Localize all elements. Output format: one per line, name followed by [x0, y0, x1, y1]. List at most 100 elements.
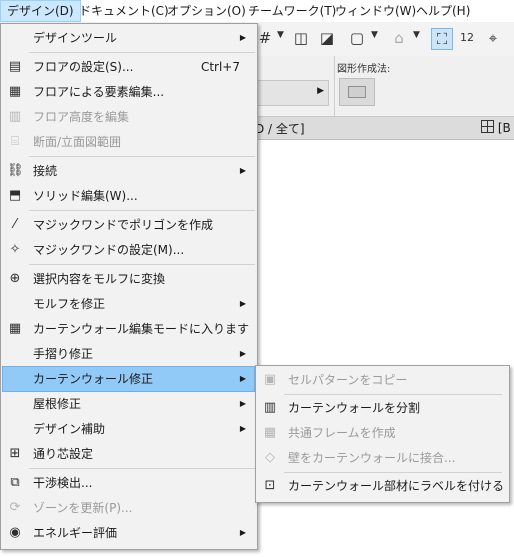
- menu-item-modify-morph[interactable]: モルフを修正 ▶: [3, 292, 254, 316]
- floorplan-icon: [481, 120, 494, 133]
- menu-item-label: モルフを修正: [33, 297, 106, 311]
- menu-window[interactable]: ウィンドウ(W): [329, 0, 422, 22]
- submenu-item-create-common-frame[interactable]: ▦ 共通フレームを作成: [258, 421, 506, 445]
- menu-item-label: 屋根修正: [33, 397, 82, 411]
- floor-height-icon: ▥: [8, 109, 22, 124]
- menu-document[interactable]: ドキュメント(C): [73, 0, 175, 22]
- menu-item-label: 接続: [33, 164, 58, 178]
- floor-edit-icon: ▦: [8, 84, 22, 99]
- menu-item-energy-evaluation[interactable]: ◉ エネルギー評価 ▶: [3, 521, 254, 545]
- curtain-wall-submenu: ▣ セルパターンをコピー ▥ カーテンウォールを分割 ▦ 共通フレームを作成 ◇…: [255, 365, 510, 503]
- rectangle-icon: [348, 86, 366, 98]
- submenu-arrow-icon: ▶: [239, 166, 246, 175]
- menu-item-label: カーテンウォール編集モードに入ります: [33, 322, 250, 336]
- submenu-arrow-icon: ▶: [239, 374, 246, 383]
- chevron-down-icon[interactable]: ▼: [413, 30, 420, 40]
- geometry-method-label: 図形作成法:: [337, 64, 391, 75]
- menu-item-section-range[interactable]: ⌸ 断面/立面図範囲: [3, 130, 254, 154]
- menu-separator: [284, 472, 502, 473]
- floor-settings-icon: ▤: [8, 59, 22, 74]
- split-curtain-wall-icon: ▥: [263, 400, 277, 415]
- submenu-item-split-curtain-wall[interactable]: ▥ カーテンウォールを分割: [258, 396, 506, 420]
- menu-item-modify-roof[interactable]: 屋根修正 ▶: [3, 392, 254, 416]
- menu-item-magic-wand-settings[interactable]: ✧ マジックワンドの設定(M)...: [3, 238, 254, 262]
- menu-design[interactable]: デザイン(D): [0, 0, 81, 22]
- menu-separator: [29, 210, 255, 211]
- submenu-item-join-wall[interactable]: ◇ 壁をカーテンウォールに接合...: [258, 446, 506, 470]
- design-menu: デザインツール ▶ ▤ フロアの設定(S)... Ctrl+7 ▦ フロアによる…: [0, 23, 258, 550]
- menu-item-label: デザイン補助: [33, 422, 106, 436]
- tab-second[interactable]: [B: [481, 120, 511, 135]
- cube-icon[interactable]: ◪: [317, 28, 337, 48]
- menu-separator: [29, 468, 255, 469]
- chevron-right-icon: ▶: [317, 86, 324, 96]
- menu-item-magic-wand-polygon[interactable]: ⁄ マジックワンドでポリゴンを作成: [3, 213, 254, 237]
- menu-item-collision-detection[interactable]: ⧉ 干渉検出...: [3, 471, 254, 495]
- tab-floorplan[interactable]: D / 全て]: [255, 120, 305, 137]
- submenu-arrow-icon: ▶: [239, 33, 246, 42]
- menu-item-curtain-wall-edit-mode[interactable]: ▦ カーテンウォール編集モードに入ります: [3, 317, 254, 341]
- menu-item-label: フロアによる要素編集...: [33, 85, 165, 99]
- dimension-icon[interactable]: 12: [457, 28, 477, 48]
- menu-item-edit-by-floor[interactable]: ▦ フロアによる要素編集...: [3, 80, 254, 104]
- menu-item-label: カーテンウォールを分割: [288, 401, 421, 415]
- curtain-wall-edit-icon: ▦: [8, 321, 22, 336]
- menu-item-label: デザインツール: [33, 31, 118, 45]
- menu-item-label: エネルギー評価: [33, 526, 118, 540]
- menu-item-label: マジックワンドでポリゴンを作成: [33, 218, 214, 232]
- menu-options[interactable]: オプション(O): [161, 0, 252, 22]
- menu-item-label: セルパターンをコピー: [288, 373, 408, 387]
- submenu-arrow-icon: ▶: [239, 399, 246, 408]
- tab-second-label: [B: [497, 121, 511, 135]
- zone-update-icon: ⟳: [9, 500, 21, 515]
- solid-edit-icon: ⬒: [8, 188, 22, 203]
- menu-help[interactable]: ヘルプ(H): [410, 0, 476, 22]
- menu-item-edit-floor-height[interactable]: ▥ フロア高度を編集: [3, 105, 254, 129]
- layer-combo[interactable]: ▶: [255, 80, 329, 106]
- menu-item-connect[interactable]: ⛓ 接続 ▶: [3, 159, 254, 183]
- menu-item-convert-to-morph[interactable]: ⊕ 選択内容をモルフに変換: [3, 267, 254, 291]
- menu-item-label: 通り芯設定: [33, 447, 94, 461]
- section-range-icon: ⌸: [11, 134, 19, 149]
- menu-item-label: カーテンウォール修正: [33, 372, 154, 386]
- menu-item-solid-edit[interactable]: ⬒ ソリッド編集(W)...: [3, 184, 254, 208]
- menubar: デザイン(D) ドキュメント(C) オプション(O) チームワーク(T) ウィン…: [0, 0, 514, 23]
- menu-item-shortcut: Ctrl+7: [200, 60, 240, 74]
- menu-item-label: カーテンウォール部材にラベルを付ける: [288, 479, 505, 493]
- submenu-arrow-icon: ▶: [239, 349, 246, 358]
- menu-separator: [29, 264, 255, 265]
- menu-separator: [29, 52, 255, 53]
- grid-snap-icon[interactable]: #: [255, 28, 275, 48]
- magic-wand-icon: ⁄: [13, 217, 17, 232]
- menu-teamwork[interactable]: チームワーク(T): [242, 0, 342, 22]
- window-icon[interactable]: ▢: [347, 28, 367, 48]
- submenu-arrow-icon: ▶: [239, 299, 246, 308]
- menu-item-grid-settings[interactable]: ⊞ 通り芯設定: [3, 442, 254, 466]
- energy-evaluation-icon: ◉: [9, 525, 21, 540]
- chevron-down-icon[interactable]: ▼: [277, 30, 284, 40]
- submenu-arrow-icon: ▶: [239, 424, 246, 433]
- geometry-method-button[interactable]: [339, 78, 375, 106]
- submenu-item-label-members[interactable]: ⊡ カーテンウォール部材にラベルを付ける: [258, 474, 506, 498]
- submenu-item-copy-cell-pattern[interactable]: ▣ セルパターンをコピー: [258, 368, 506, 392]
- info-box: ▶ 図形作成法:: [255, 56, 514, 117]
- snap-point-icon[interactable]: ⌖: [483, 28, 503, 48]
- toolbar: # ▼ ◫ ◪ ▢ ▼ ⌂ ▼ ⛶ 12 ⌖: [255, 22, 514, 57]
- menu-item-design-extras[interactable]: デザイン補助 ▶: [3, 417, 254, 441]
- trace-icon[interactable]: ⛶: [431, 28, 453, 50]
- connect-icon: ⛓: [7, 163, 24, 178]
- menu-item-floor-settings[interactable]: ▤ フロアの設定(S)... Ctrl+7: [3, 55, 254, 79]
- menu-item-label: 断面/立面図範囲: [33, 135, 122, 149]
- menu-item-update-zones[interactable]: ⟳ ゾーンを更新(P)...: [3, 496, 254, 520]
- menu-item-modify-curtain-wall[interactable]: カーテンウォール修正 ▶: [2, 366, 255, 392]
- chevron-down-icon[interactable]: ▼: [371, 30, 378, 40]
- menu-item-label: 共通フレームを作成: [288, 426, 396, 440]
- menu-item-label: フロアの設定(S)...: [33, 60, 134, 74]
- menu-item-design-tools[interactable]: デザインツール ▶: [3, 26, 254, 50]
- menu-item-modify-railing[interactable]: 手摺り修正 ▶: [3, 342, 254, 366]
- lock-icon[interactable]: ⌂: [389, 28, 409, 48]
- collision-detection-icon: ⧉: [10, 475, 20, 490]
- menu-item-label: 干渉検出...: [33, 476, 93, 490]
- grid-settings-icon: ⊞: [9, 446, 21, 461]
- plane-icon[interactable]: ◫: [291, 28, 311, 48]
